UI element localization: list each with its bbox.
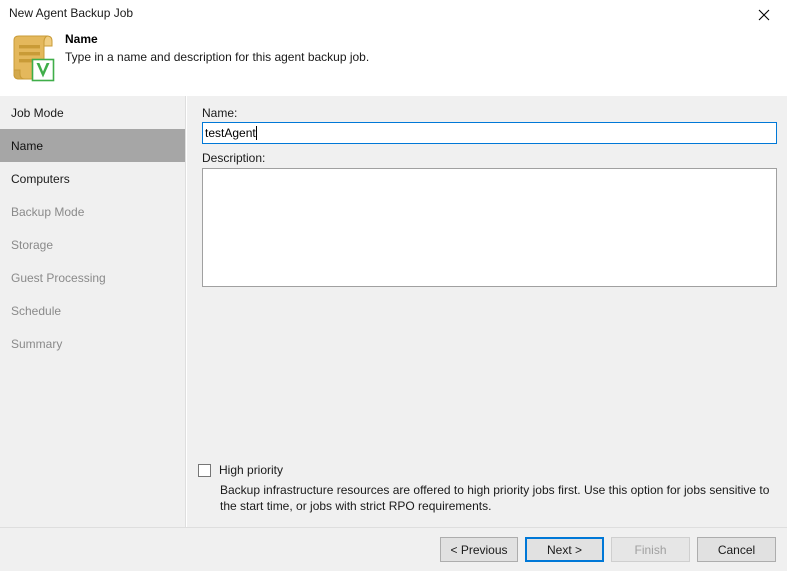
name-input[interactable]: testAgent [202,122,777,144]
sidebar-item-label: Storage [11,238,53,252]
previous-button[interactable]: < Previous [440,537,518,562]
high-priority-label: High priority [219,463,283,477]
page-subtitle: Type in a name and description for this … [65,50,369,64]
dialog-footer: < Previous Next > Finish Cancel [0,528,787,571]
sidebar-item-guest-processing[interactable]: Guest Processing [0,261,185,294]
sidebar-item-job-mode[interactable]: Job Mode [0,96,185,129]
next-button[interactable]: Next > [525,537,604,562]
finish-button: Finish [611,537,690,562]
high-priority-checkbox[interactable] [198,464,211,477]
page-title: Name [65,32,98,46]
description-field-label: Description: [202,151,265,165]
description-input[interactable] [202,168,777,287]
wizard-content-panel: Name: testAgent Description: High priori… [187,96,787,527]
wizard-step-list: Job Mode Name Computers Backup Mode Stor… [0,96,186,527]
sidebar-item-label: Job Mode [11,106,64,120]
title-bar: New Agent Backup Job [0,0,787,29]
window-title: New Agent Backup Job [9,6,133,20]
cancel-button[interactable]: Cancel [697,537,776,562]
high-priority-description: Backup infrastructure resources are offe… [220,482,776,514]
name-field-label: Name: [202,106,237,120]
sidebar-item-label: Computers [11,172,70,186]
sidebar-item-label: Schedule [11,304,61,318]
name-input-value: testAgent [205,126,256,140]
text-caret [256,126,257,140]
sidebar-item-schedule[interactable]: Schedule [0,294,185,327]
high-priority-checkbox-row[interactable]: High priority [198,463,283,477]
sidebar-item-storage[interactable]: Storage [0,228,185,261]
close-button[interactable] [741,0,787,29]
sidebar-item-label: Backup Mode [11,205,84,219]
sidebar-item-computers[interactable]: Computers [0,162,185,195]
close-icon [758,9,770,21]
sidebar-item-label: Name [11,139,43,153]
sidebar-item-label: Guest Processing [11,271,106,285]
sidebar-item-summary[interactable]: Summary [0,327,185,360]
sidebar-item-backup-mode[interactable]: Backup Mode [0,195,185,228]
sidebar-item-label: Summary [11,337,62,351]
sidebar-item-name[interactable]: Name [0,129,185,162]
wizard-header: Name Type in a name and description for … [0,29,787,96]
scroll-document-veeam-icon [8,32,58,84]
